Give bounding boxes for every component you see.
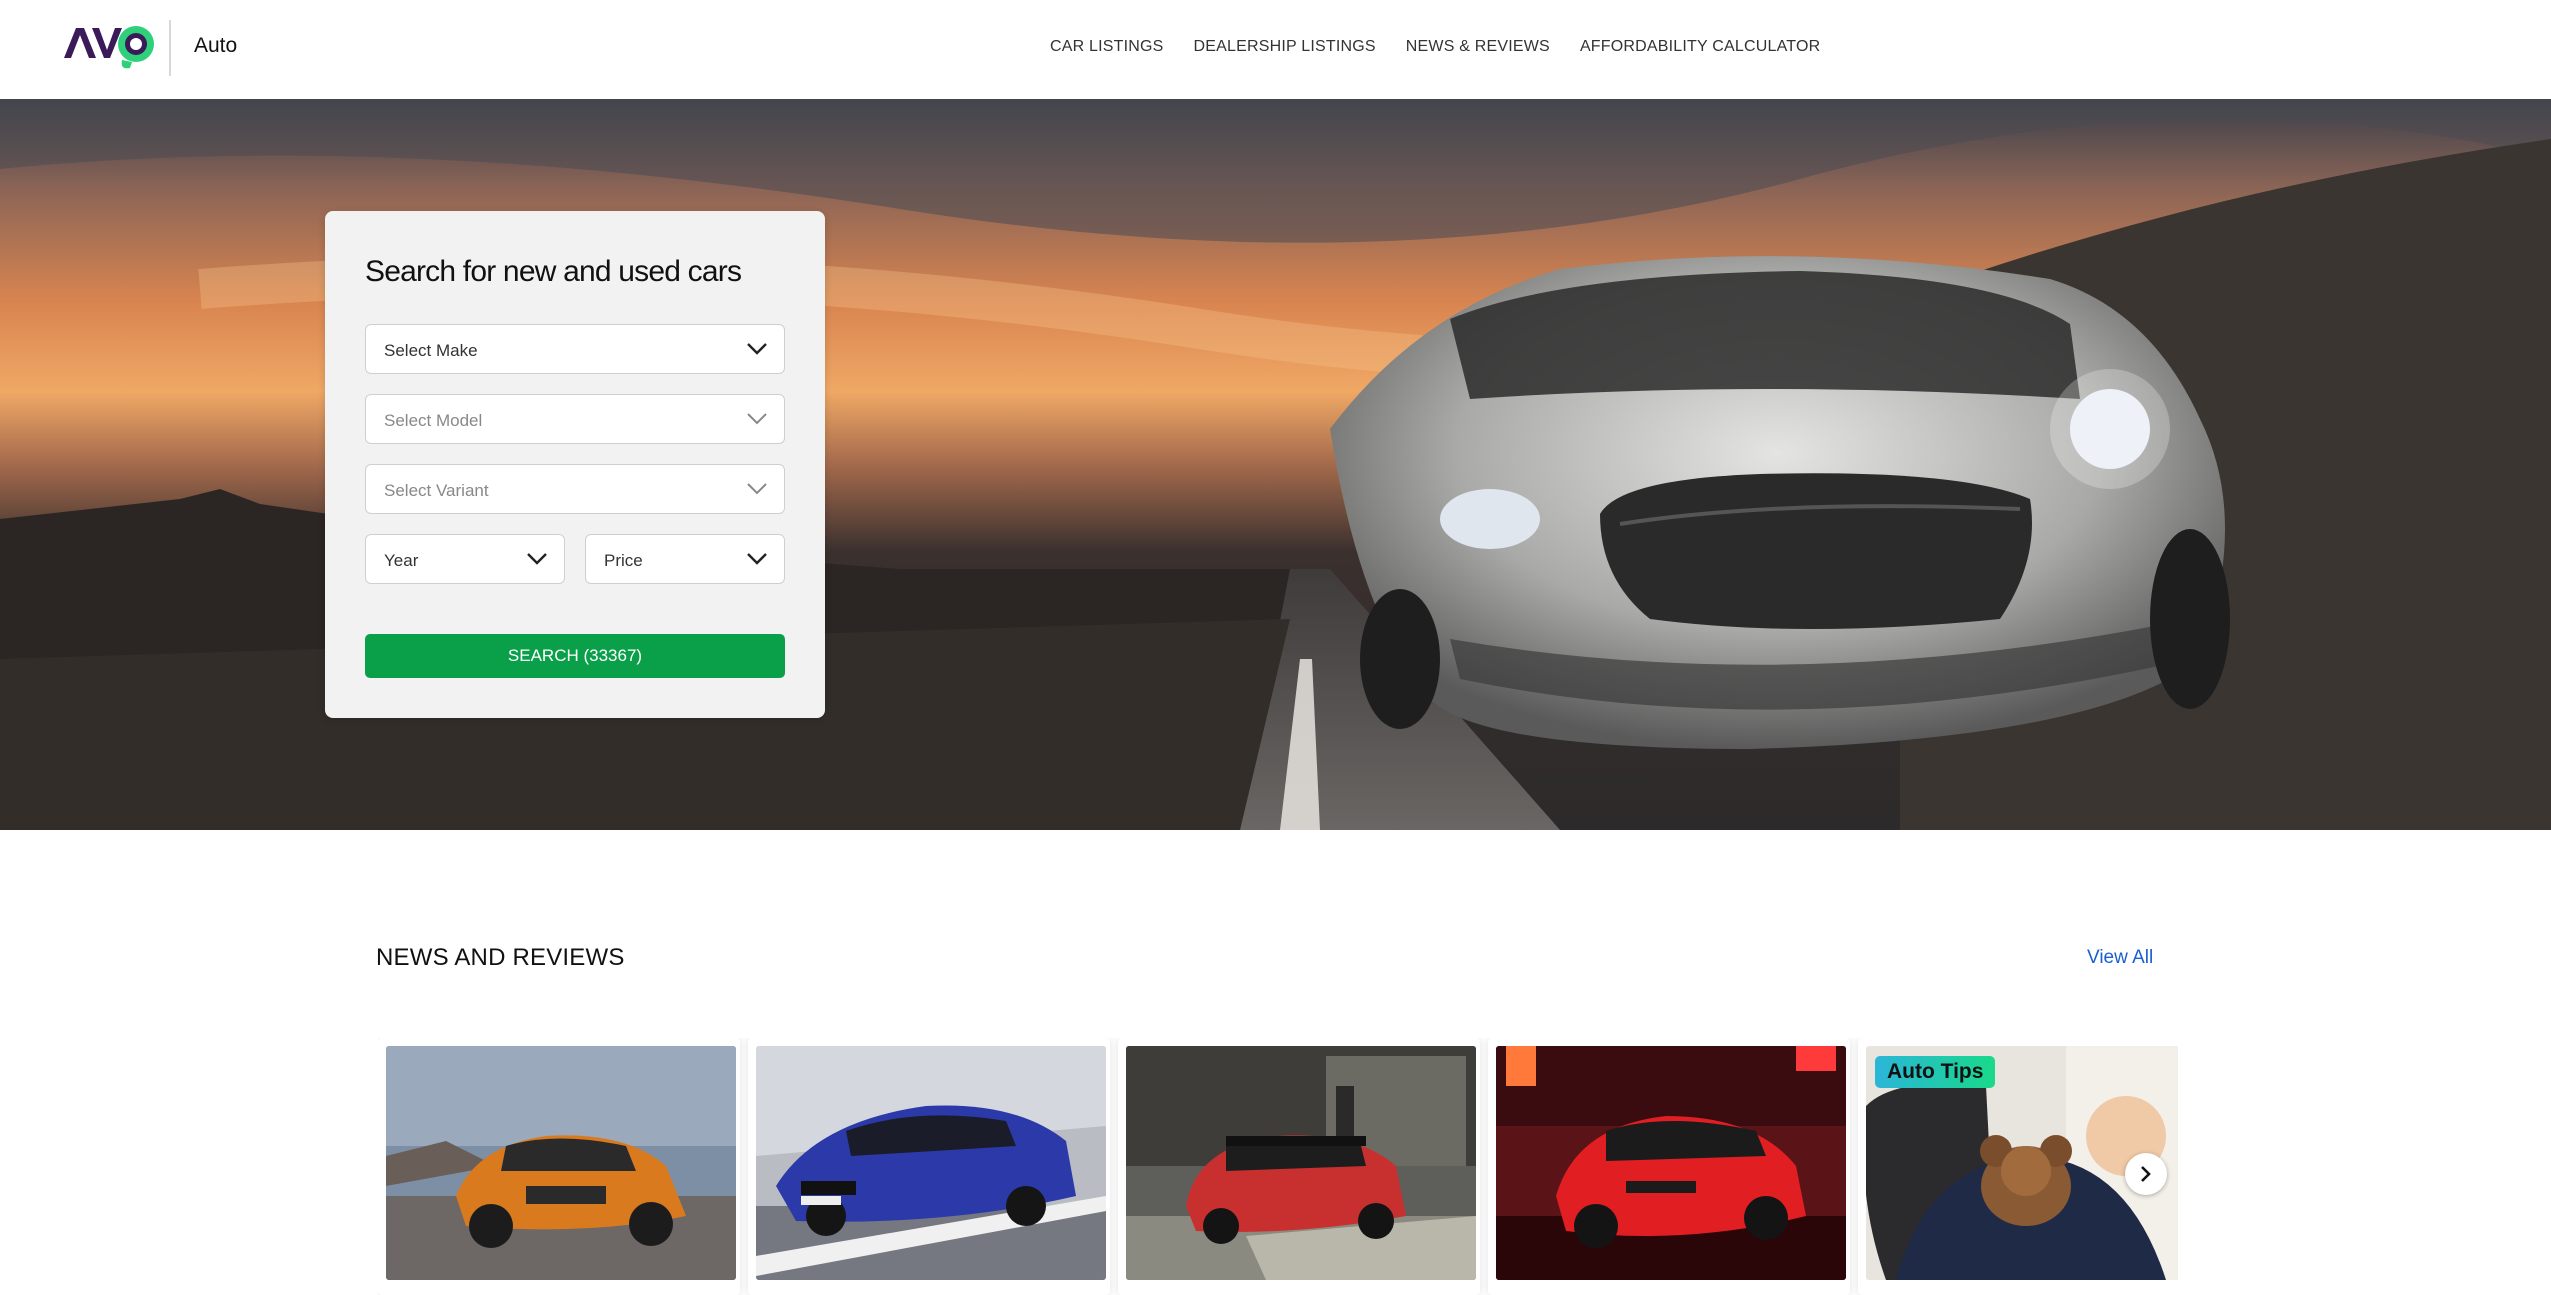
search-title: Search for new and used cars xyxy=(365,255,742,288)
chevron-down-icon xyxy=(747,553,767,565)
select-price[interactable]: Price xyxy=(585,534,785,584)
nav-car-listings[interactable]: CAR LISTINGS xyxy=(1050,38,1164,56)
view-all-link[interactable]: View All xyxy=(2087,947,2153,969)
search-panel: Search for new and used cars Select Make… xyxy=(325,211,825,718)
news-card[interactable] xyxy=(378,1038,740,1295)
nav-dealership-listings[interactable]: DEALERSHIP LISTINGS xyxy=(1194,38,1376,56)
select-model-label: Select Model xyxy=(384,411,483,430)
chevron-down-icon xyxy=(527,553,547,565)
chevron-down-icon xyxy=(747,483,767,495)
select-make-label: Select Make xyxy=(384,341,478,360)
main-nav: CAR LISTINGS DEALERSHIP LISTINGS NEWS & … xyxy=(1050,38,1850,56)
news-carousel: Auto Tips xyxy=(378,1038,2178,1295)
news-section-title: NEWS AND REVIEWS xyxy=(376,944,625,971)
select-variant-label: Select Variant xyxy=(384,481,489,500)
select-year[interactable]: Year xyxy=(365,534,565,584)
red-mini-photo xyxy=(1126,1046,1476,1280)
nav-affordability-calculator[interactable]: AFFORDABILITY CALCULATOR xyxy=(1580,38,1820,56)
carousel-next-button[interactable] xyxy=(2125,1153,2167,1195)
orange-suv-photo xyxy=(386,1046,736,1280)
select-model[interactable]: Select Model xyxy=(365,394,785,444)
logo-subtitle: Auto xyxy=(194,34,238,57)
logo-divider xyxy=(169,20,171,76)
news-card[interactable] xyxy=(748,1038,1110,1295)
auto-tips-badge: Auto Tips xyxy=(1875,1056,1996,1088)
chevron-right-icon xyxy=(2141,1166,2151,1182)
news-card[interactable] xyxy=(1488,1038,1850,1295)
hero-banner: Search for new and used cars Select Make… xyxy=(0,99,2551,830)
chevron-down-icon xyxy=(747,413,767,425)
chevron-down-icon xyxy=(747,343,767,355)
select-year-label: Year xyxy=(384,551,419,570)
blue-coupe-photo xyxy=(756,1046,1106,1280)
select-price-label: Price xyxy=(604,551,643,570)
select-make[interactable]: Select Make xyxy=(365,324,785,374)
site-header: Auto CAR LISTINGS DEALERSHIP LISTINGS NE… xyxy=(0,0,2551,99)
select-variant[interactable]: Select Variant xyxy=(365,464,785,514)
news-card[interactable] xyxy=(1118,1038,1480,1295)
search-button[interactable]: SEARCH (33367) xyxy=(365,634,785,678)
nav-news-reviews[interactable]: NEWS & REVIEWS xyxy=(1406,38,1550,56)
red-hatchback-photo xyxy=(1496,1046,1846,1280)
avo-logo[interactable] xyxy=(62,18,158,72)
